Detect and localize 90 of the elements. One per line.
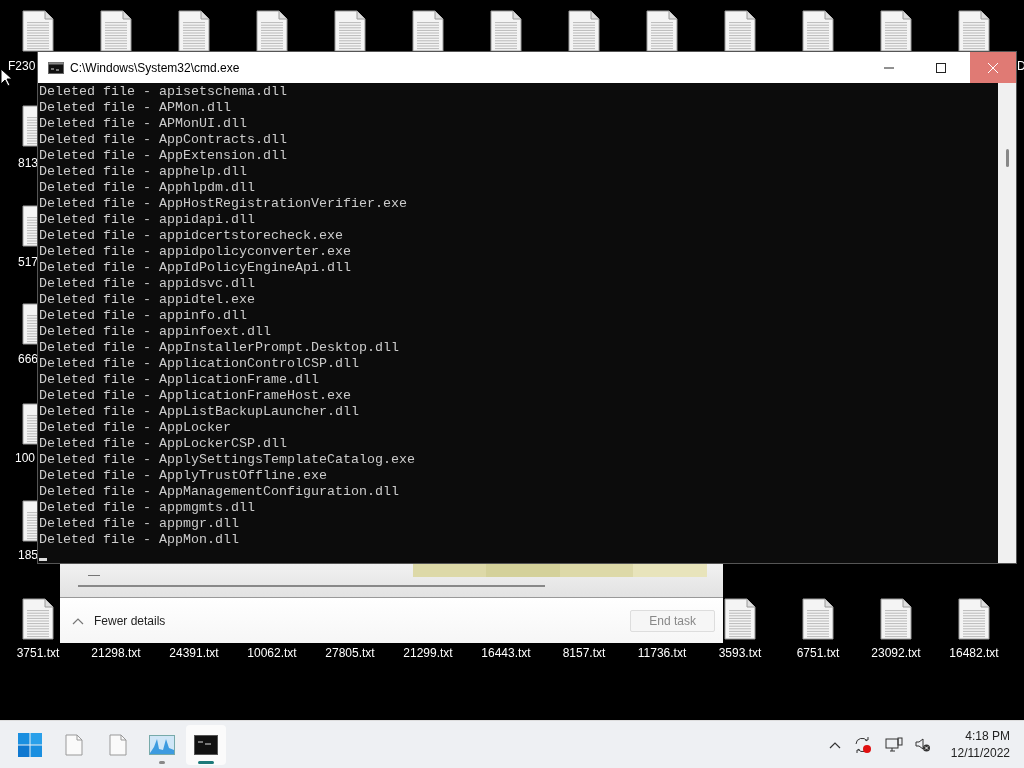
console-line: Deleted file - appidcertstorecheck.exe [39, 228, 344, 244]
console-line: Deleted file - AppListBackupLauncher.dll [39, 404, 360, 420]
file-label: 8157.txt [561, 646, 607, 660]
text-file-icon[interactable] [880, 10, 912, 52]
file-label: F230 [8, 59, 36, 73]
text-file-icon[interactable] [802, 10, 834, 52]
window-title: C:\Windows\System32\cmd.exe [70, 60, 240, 75]
file-label: 16443.txt [480, 646, 532, 660]
console-line: Deleted file - AppIdPolicyEngineApi.dll [39, 260, 352, 276]
console-line: Deleted file - AppHostRegistrationVerifier.exe [39, 196, 408, 212]
blank-file-icon [65, 733, 83, 756]
console-icon [194, 734, 218, 755]
console-line: Deleted file - ApplicationControlCSP.dll [39, 356, 360, 372]
file-label: 100 [15, 451, 36, 465]
file-label: 517 [18, 255, 39, 269]
file-label: 23092.txt [870, 646, 922, 660]
file-label: 3751.txt [15, 646, 61, 660]
console-line: Deleted file - AppInstallerPrompt.Desktop.dll [39, 340, 400, 356]
console-line: Deleted file - AppManagementConfiguration.dll [39, 484, 400, 500]
file-label: 10062.txt [246, 646, 298, 660]
caret-icon[interactable] [828, 740, 841, 749]
scrollbar[interactable] [998, 83, 1016, 563]
text-file-icon[interactable] [724, 598, 756, 640]
scrollbar-thumb[interactable] [1006, 149, 1009, 167]
text-file-icon[interactable] [490, 10, 522, 52]
text-file-icon[interactable] [958, 10, 990, 52]
console-line: Deleted file - apphelp.dll [39, 164, 248, 180]
console-line: Deleted file - appinfoext.dll [39, 324, 272, 340]
file-label: 11736.txt [636, 646, 688, 660]
table-cell: — [88, 568, 100, 582]
console-line: Deleted file - ApplicationFrame.dll [39, 372, 320, 388]
sync-icon[interactable] [852, 735, 873, 754]
console-line: Deleted file - appmgmts.dll [39, 500, 256, 516]
console-line: Deleted file - Apphlpdm.dll [39, 180, 256, 196]
file-label: 185 [18, 548, 39, 562]
console-line: Deleted file - ApplyTrustOffline.exe [39, 468, 328, 484]
console-line: Deleted file - appidpolicyconverter.exe [39, 244, 352, 260]
file-label: 3593.txt [717, 646, 763, 660]
scrollbar[interactable] [78, 585, 545, 587]
file-label: 6751.txt [795, 646, 841, 660]
text-cursor [39, 558, 47, 561]
file-label: 24391.txt [168, 646, 220, 660]
muted-speaker-icon[interactable] [914, 736, 931, 753]
console-line: Deleted file - AppMon.dll [39, 532, 240, 548]
text-file-icon[interactable] [334, 10, 366, 52]
blank-file-icon [109, 733, 127, 756]
file-label: 27805.txt [324, 646, 376, 660]
console-line: Deleted file - appmgr.dll [39, 516, 240, 532]
text-file-icon[interactable] [802, 598, 834, 640]
clock[interactable]: 4:18 PM 12/11/2022 [950, 727, 1014, 762]
console-line: Deleted file - APMonUI.dll [39, 116, 248, 132]
text-file-icon[interactable] [178, 10, 210, 52]
text-file-icon[interactable] [256, 10, 288, 52]
text-file-icon[interactable] [958, 598, 990, 640]
text-file-icon[interactable] [22, 598, 54, 640]
console-line: Deleted file - ApplicationFrameHost.exe [39, 388, 352, 404]
console-icon [48, 61, 64, 74]
text-file-icon[interactable] [100, 10, 132, 52]
close-icon [987, 61, 999, 74]
file-label: 16482.txt [948, 646, 1000, 660]
console-line: Deleted file - appinfo.dll [39, 308, 248, 324]
text-file-icon[interactable] [880, 598, 912, 640]
taskbar-app[interactable] [186, 724, 226, 765]
time-text: 4:18 PM [965, 727, 1010, 745]
console-line: Deleted file - appidsvc.dll [39, 276, 256, 292]
file-label: 21299.txt [402, 646, 454, 660]
text-file-icon[interactable] [646, 10, 678, 52]
maximize-icon [936, 62, 946, 73]
console-line: Deleted file - APMon.dll [39, 100, 232, 116]
performance-graph-icon [149, 734, 175, 755]
text-file-icon[interactable] [568, 10, 600, 52]
file-label: 666 [18, 352, 39, 366]
file-label: 21298.txt [90, 646, 142, 660]
file-label: 813 [18, 156, 39, 170]
console-line: Deleted file - AppLocker [39, 420, 232, 436]
console-line: Deleted file - ApplySettingsTemplateCatalog.exe [39, 452, 416, 468]
console-line: Deleted file - appidtel.exe [39, 292, 256, 308]
console-line: Deleted file - appidapi.dll [39, 212, 256, 228]
text-file-icon[interactable] [412, 10, 444, 52]
date-text: 12/11/2022 [950, 744, 1010, 762]
console-line: Deleted file - AppLockerCSP.dll [39, 436, 288, 452]
console-line: Deleted file - apisetschema.dll [39, 84, 288, 100]
caret-icon [72, 616, 84, 625]
console-line: Deleted file - AppContracts.dll [39, 132, 288, 148]
text-file-icon[interactable] [724, 10, 756, 52]
windows-logo-icon [18, 732, 42, 757]
text-file-icon[interactable] [22, 10, 54, 52]
fewer-details-button[interactable]: Fewer details [72, 613, 166, 628]
network-icon[interactable] [884, 736, 903, 753]
console-line: Deleted file - AppExtension.dll [39, 148, 288, 164]
